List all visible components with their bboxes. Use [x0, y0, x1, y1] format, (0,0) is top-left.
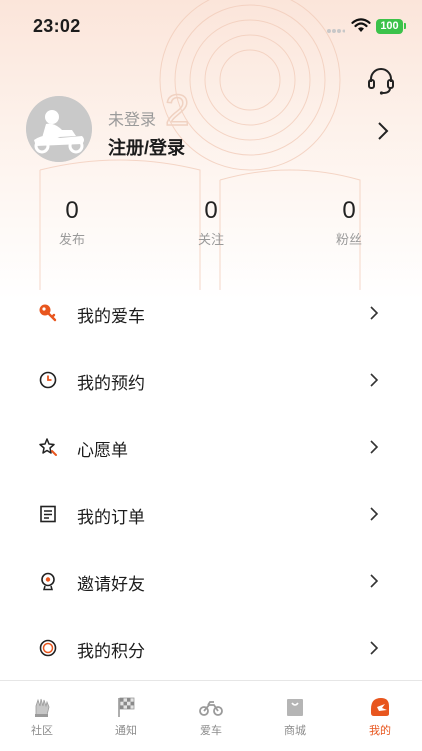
stat-posts[interactable]: 0 发布: [12, 196, 132, 248]
menu-item-label: 心愿单: [77, 441, 128, 460]
tab-label: 商城: [284, 725, 306, 737]
login-status-text: 未登录: [108, 112, 157, 129]
order-list-icon: [40, 505, 56, 523]
clock-icon: [39, 371, 57, 389]
menu-item-my-car[interactable]: 我的爱车: [0, 280, 422, 347]
register-login-link[interactable]: 注册/登录: [108, 134, 185, 160]
star-icon: [39, 438, 57, 456]
glove-icon: [35, 698, 50, 717]
status-time: 23:02: [33, 16, 81, 36]
stat-following-value: 0: [204, 197, 218, 224]
menu-item-label: 我的预约: [77, 374, 145, 393]
menu-item-label: 我的积分: [77, 642, 145, 661]
chevron-right-icon: [370, 440, 379, 454]
menu-item-my-points[interactable]: 我的积分: [0, 615, 422, 682]
stat-posts-value: 0: [65, 197, 79, 224]
stat-followers[interactable]: 0 粉丝: [289, 196, 409, 248]
tab-notifications[interactable]: 通知: [84, 681, 168, 751]
shopping-bag-icon: [287, 699, 303, 716]
invite-badge-icon: [41, 572, 55, 591]
key-icon: [39, 304, 57, 322]
chevron-right-icon: [370, 373, 379, 387]
motorcycle-rider-avatar-icon: [26, 96, 92, 162]
tab-store[interactable]: 商城: [253, 681, 337, 751]
points-coin-icon: [39, 639, 57, 657]
chevron-right-icon: [370, 574, 379, 588]
profile-stats: 0 发布 0 关注 0 粉丝: [0, 196, 422, 256]
svg-text:2: 2: [165, 86, 189, 135]
helmet-icon: [371, 698, 389, 716]
menu-item-label: 邀请好友: [77, 575, 145, 594]
tab-label: 爱车: [200, 725, 222, 737]
avatar[interactable]: [26, 96, 92, 162]
tab-label: 我的: [369, 725, 391, 737]
menu-item-my-orders[interactable]: 我的订单: [0, 481, 422, 548]
menu-item-label: 我的订单: [77, 508, 145, 527]
stat-followers-label: 粉丝: [335, 232, 362, 247]
menu-item-invite-friends[interactable]: 邀请好友: [0, 548, 422, 615]
chevron-right-icon: [370, 306, 379, 320]
stat-posts-label: 发布: [58, 232, 85, 247]
chevron-right-icon: [370, 641, 379, 655]
stat-following-label: 关注: [197, 232, 224, 247]
tab-my-car[interactable]: 爱车: [169, 681, 253, 751]
stat-followers-value: 0: [342, 197, 356, 224]
checkered-flag-icon: [118, 697, 135, 717]
stat-following[interactable]: 0 关注: [151, 196, 271, 248]
tab-label: 社区: [31, 725, 53, 737]
menu-item-my-appointments[interactable]: 我的预约: [0, 347, 422, 414]
tab-label: 通知: [115, 725, 137, 737]
cellular-signal-icon: [327, 29, 345, 33]
bottom-tab-bar: 社区 通知 爱车 商城 我的: [0, 680, 422, 751]
menu-item-label: 我的爱车: [77, 307, 145, 326]
tab-community[interactable]: 社区: [0, 681, 84, 751]
status-bar: 23:02 100: [0, 0, 422, 54]
menu-item-wishlist[interactable]: 心愿单: [0, 414, 422, 481]
tab-me[interactable]: 我的: [338, 681, 422, 751]
wifi-icon: [351, 18, 371, 32]
chevron-right-icon: [370, 507, 379, 521]
headset-icon[interactable]: [366, 66, 396, 96]
battery-cap: [404, 23, 406, 29]
profile-chevron-right-icon[interactable]: [374, 120, 392, 142]
battery-indicator: 100: [376, 19, 403, 34]
motorcycle-icon: [199, 701, 223, 716]
